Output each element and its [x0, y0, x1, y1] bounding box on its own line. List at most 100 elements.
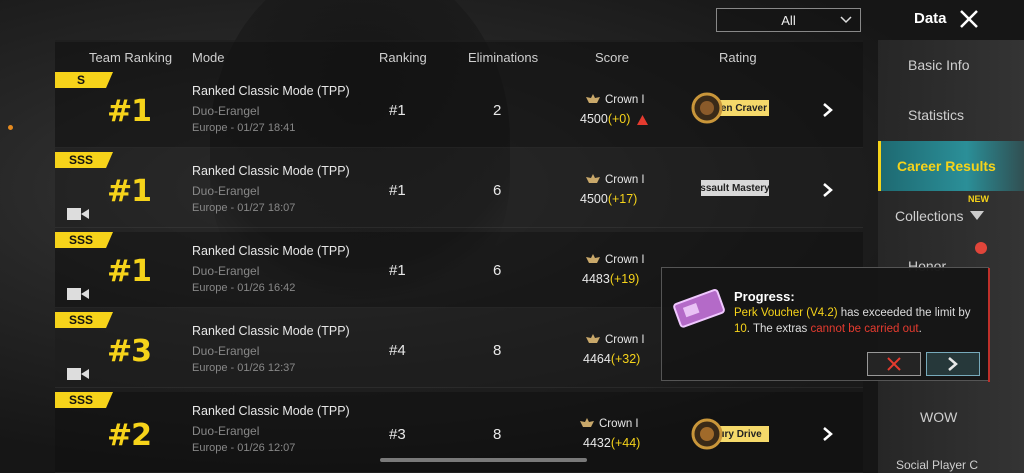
- confirm-button[interactable]: [926, 352, 980, 376]
- sidebar-item-label: Statistics: [908, 107, 965, 123]
- ranking: #1: [389, 262, 406, 279]
- video-replay-icon[interactable]: [67, 287, 89, 301]
- score-value: 4483: [582, 272, 610, 286]
- match-date: Europe - 01/26 12:37: [192, 362, 296, 374]
- table-header: Team Ranking Mode Ranking Eliminations S…: [55, 42, 863, 72]
- score: 4432(+44): [583, 436, 640, 450]
- crown-label: Crown I: [599, 418, 639, 430]
- crown-icon: [586, 334, 600, 343]
- tier-badge: SSS: [55, 392, 113, 408]
- col-team-ranking: Team Ranking: [89, 50, 173, 65]
- match-date: Europe - 01/26 12:07: [192, 442, 296, 454]
- sidebar-item-wow[interactable]: WOW: [878, 392, 1024, 442]
- rating-badge: ssault Mastery: [701, 180, 769, 196]
- team-rank: #1: [107, 94, 152, 129]
- crown-tier: Crown I: [585, 93, 645, 107]
- score: 4500(+0): [580, 112, 648, 126]
- popup-text-end: .: [918, 323, 922, 335]
- crown-tier: Crown I: [579, 417, 639, 431]
- mode-map: Duo-Erangel: [192, 344, 260, 358]
- perk-voucher-icon: [673, 289, 725, 328]
- scroll-indicator[interactable]: [380, 458, 587, 462]
- crown-icon: [580, 418, 594, 427]
- tier-badge: S: [55, 72, 113, 88]
- crown-icon: [586, 174, 600, 183]
- eliminations: 2: [493, 102, 502, 119]
- sidebar-item-social[interactable]: Social Player C: [878, 442, 1024, 473]
- mode-map: Duo-Erangel: [192, 424, 260, 438]
- match-date: Europe - 01/26 16:42: [192, 282, 296, 294]
- col-ranking: Ranking: [379, 50, 427, 65]
- mode-title: Ranked Classic Mode (TPP): [192, 244, 350, 258]
- table-row[interactable]: SSS #1 Ranked Classic Mode (TPP) Duo-Era…: [55, 152, 863, 228]
- ranking: #4: [389, 342, 406, 359]
- score: 4500(+17): [580, 192, 637, 206]
- score-delta: (+17): [607, 192, 638, 206]
- indicator-dot: [8, 125, 13, 130]
- eliminations: 6: [493, 262, 502, 279]
- team-rank: #3: [107, 334, 152, 369]
- score-value: 4500: [580, 192, 608, 206]
- eliminations: 6: [493, 182, 502, 199]
- video-replay-icon[interactable]: [67, 367, 89, 381]
- crown-icon: [586, 254, 600, 263]
- score-delta: (+0): [607, 112, 631, 126]
- popup-message: Perk Voucher (V4.2) has exceeded the lim…: [734, 305, 980, 337]
- chevron-down-icon: [840, 16, 852, 24]
- close-icon[interactable]: [958, 8, 980, 30]
- ranking: #1: [389, 182, 406, 199]
- gift-icon: [975, 242, 987, 254]
- chevron-right-icon[interactable]: [821, 426, 837, 442]
- mode-title: Ranked Classic Mode (TPP): [192, 84, 350, 98]
- sidebar-item-statistics[interactable]: Statistics: [878, 90, 1024, 140]
- mode-map: Duo-Erangel: [192, 104, 260, 118]
- filter-selected: All: [781, 12, 796, 28]
- team-rank: #2: [107, 418, 152, 453]
- sidebar-item-collections[interactable]: Collections: [878, 191, 1024, 241]
- close-icon: [887, 357, 901, 371]
- chevron-right-icon[interactable]: [821, 102, 837, 118]
- video-replay-icon[interactable]: [67, 207, 89, 221]
- score-value: 4432: [583, 436, 611, 450]
- crown-label: Crown I: [605, 334, 645, 346]
- match-date: Europe - 01/27 18:07: [192, 202, 296, 214]
- rating-emblem-icon: [691, 92, 723, 124]
- mode-title: Ranked Classic Mode (TPP): [192, 404, 350, 418]
- sidebar-item-label: Career Results: [897, 158, 996, 174]
- crown-tier: Crown I: [585, 253, 645, 267]
- table-row[interactable]: S #1 Ranked Classic Mode (TPP) Duo-Erang…: [55, 72, 863, 148]
- score-value: 4500: [580, 112, 608, 126]
- crown-tier: Crown I: [585, 333, 645, 347]
- sidebar-item-basic-info[interactable]: Basic Info: [878, 40, 1024, 90]
- score: 4464(+32): [583, 352, 640, 366]
- score-delta: (+19): [609, 272, 640, 286]
- score: 4483(+19): [582, 272, 639, 286]
- tier-badge: SSS: [55, 152, 113, 168]
- popup-text-mid: has exceeded the limit by: [837, 307, 971, 319]
- ranking: #1: [389, 102, 406, 119]
- cancel-button[interactable]: [867, 352, 921, 376]
- warning-icon: [636, 114, 648, 125]
- eliminations: 8: [493, 342, 502, 359]
- col-rating: Rating: [719, 50, 757, 65]
- sidebar-item-career-results[interactable]: Career Results: [878, 141, 1024, 191]
- ranking: #3: [389, 426, 406, 443]
- crown-tier: Crown I: [585, 173, 645, 187]
- score-delta: (+44): [610, 436, 641, 450]
- progress-popup: Progress: Perk Voucher (V4.2) has exceed…: [661, 267, 990, 382]
- chevron-right-icon[interactable]: [821, 182, 837, 198]
- filter-dropdown[interactable]: All: [716, 8, 861, 32]
- sidebar-item-label: Social Player C: [896, 458, 979, 472]
- popup-accent-line: [988, 268, 990, 382]
- popup-warning: cannot be carried out: [810, 323, 919, 335]
- mode-title: Ranked Classic Mode (TPP): [192, 324, 350, 338]
- tier-badge: SSS: [55, 232, 113, 248]
- popup-limit: 10: [734, 323, 747, 335]
- sidebar-item-label: Collections: [895, 208, 964, 224]
- col-score: Score: [595, 50, 629, 65]
- sidebar-item-label: Basic Info: [908, 57, 970, 73]
- expand-icon[interactable]: [970, 211, 984, 220]
- crown-label: Crown I: [605, 94, 645, 106]
- new-badge: NEW: [968, 194, 989, 204]
- sidebar-item-label: WOW: [920, 409, 958, 425]
